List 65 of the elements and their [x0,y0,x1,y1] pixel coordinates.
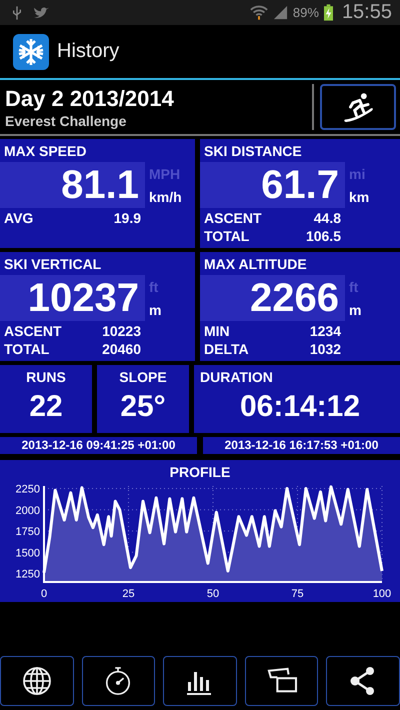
stopwatch-button[interactable] [82,656,156,706]
photos-button[interactable] [244,656,318,706]
snowflake-icon[interactable] [13,34,49,70]
resort-name: Everest Challenge [5,113,128,129]
detail-value: 1032 [310,341,341,357]
statistics-button[interactable] [163,656,237,706]
detail-value: 44.8 [314,210,341,226]
detail-label: DELTA [204,341,249,357]
detail-label: TOTAL [4,341,50,357]
detail-value: 19.9 [114,210,141,226]
counter-label: SLOPE [119,369,167,385]
detail-label: ASCENT [4,323,62,339]
detail-value: 10223 [102,323,141,339]
stat-label: SKI VERTICAL [3,255,102,274]
bird-icon [33,6,51,20]
unit-option[interactable]: m [349,302,362,318]
detail-label: TOTAL [204,228,250,244]
chart-title: PROFILE [170,463,230,482]
detail-label: ASCENT [204,210,262,226]
detail-label: MIN [204,323,230,339]
counter-label: RUNS [26,369,66,385]
stat-label: MAX ALTITUDE [203,255,308,274]
x-tick-label: 100 [372,588,392,600]
y-tick-label: 2000 [16,504,40,517]
counter-value: 22 [29,390,63,424]
stat-label: MAX SPEED [3,142,88,161]
y-tick-label: 1750 [16,526,40,538]
globe-icon [22,666,52,696]
stat-value: 81.1 [0,162,145,208]
usb-icon [12,4,22,20]
counter-value: 25° [120,390,166,424]
wifi-icon [250,5,268,20]
timestamp: 2013-12-16 16:17:53 +01:00 [203,437,400,454]
stat-value: 10237 [0,275,145,321]
screen-title: History [57,40,120,63]
detail-value: 106.5 [306,228,341,244]
unit-option[interactable]: km/h [149,188,182,204]
counter-label: DURATION [200,369,273,385]
snowboard-button[interactable] [320,84,396,130]
pictures-icon [266,667,298,695]
counter-value: 06:14:12 [240,390,360,424]
signal-icon [272,5,288,20]
x-tick-label: 50 [206,588,220,600]
x-tick-label: 0 [40,588,48,600]
unit-option[interactable]: km [349,188,370,204]
stat-label: SKI DISTANCE [203,142,303,161]
share-button[interactable] [326,656,400,706]
y-tick-label: 1250 [16,568,40,580]
x-tick-label: 75 [291,588,304,600]
unit-option[interactable]: m [149,302,162,318]
clock: 15:55 [342,1,392,24]
detail-label: AVG [4,210,34,226]
stat-value: 2266 [200,275,345,321]
detail-value: 20460 [102,341,141,357]
detail-value: 1234 [310,323,341,339]
map-button[interactable] [0,656,74,706]
x-tick-label: 25 [122,588,135,600]
battery-percent: 89% [292,5,319,20]
y-tick-label: 2250 [16,484,40,496]
stat-value: 61.7 [200,162,345,208]
y-tick-label: 1500 [16,547,40,560]
day-title: Day 2 2013/2014 [5,85,175,113]
timestamp: 2013-12-16 09:41:25 +01:00 [0,437,197,454]
battery-icon [324,4,333,21]
stopwatch-icon [104,666,132,696]
